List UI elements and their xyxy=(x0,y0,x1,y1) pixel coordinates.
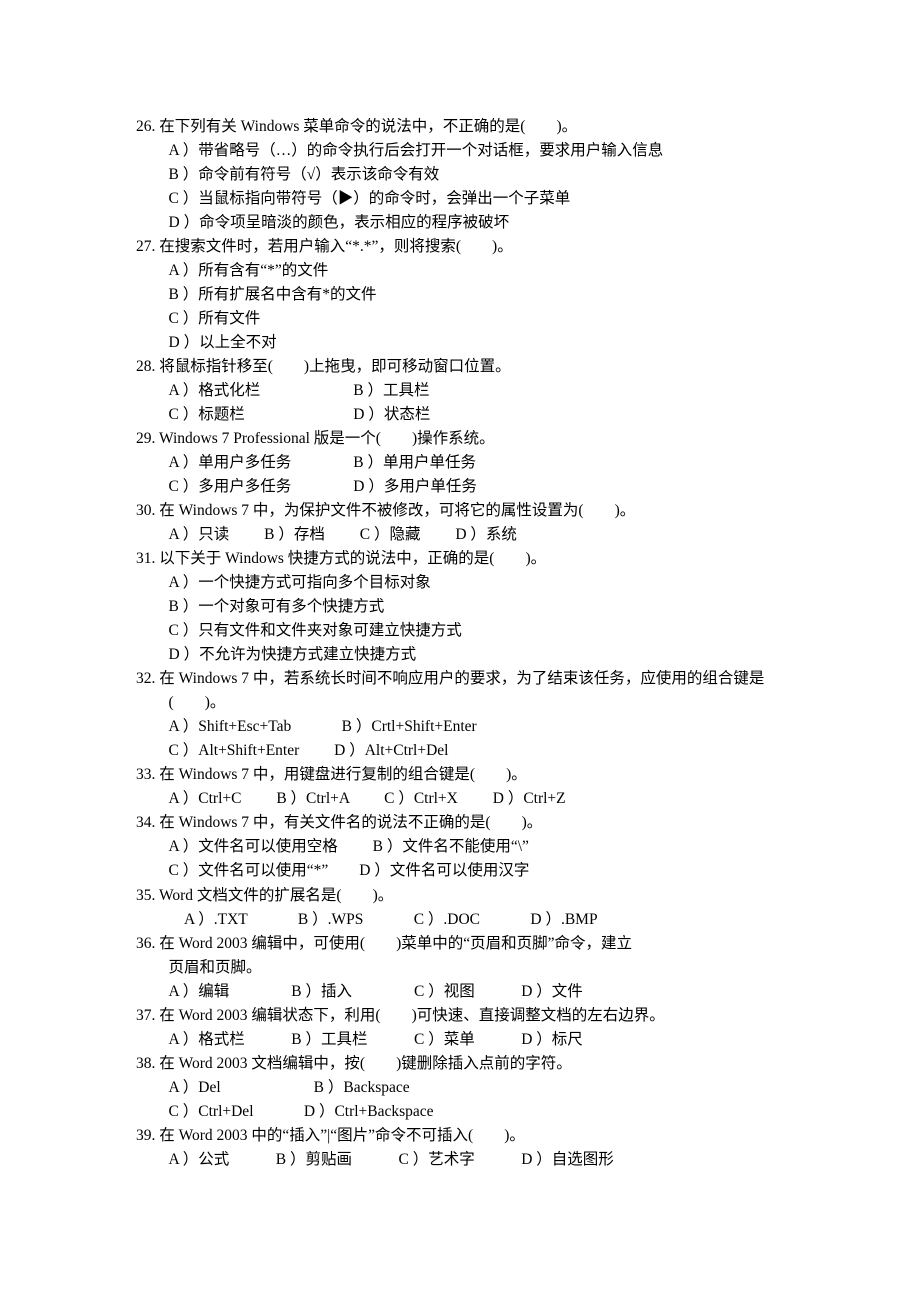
option-line: A ）Shift+Esc+Tab B ）Crtl+Shift+Enter xyxy=(136,715,800,739)
option-line: A ）Ctrl+C B ）Ctrl+A C ）Ctrl+X D ）Ctrl+Z xyxy=(136,787,800,811)
question-stem: 34. 在 Windows 7 中，有关文件名的说法不正确的是( )。 xyxy=(136,811,800,835)
question-number: 30. xyxy=(136,502,155,519)
question: 28. 将鼠标指针移至( )上拖曳，即可移动窗口位置。A ）格式化栏 B ）工具… xyxy=(136,355,800,427)
question-number: 39. xyxy=(136,1127,155,1144)
option-line: A ）Del B ）Backspace xyxy=(136,1076,800,1100)
question-number: 27. xyxy=(136,238,155,255)
option-line: C ）当鼠标指向带符号（▶）的命令时，会弹出一个子菜单 xyxy=(136,187,800,211)
question-number: 29. xyxy=(136,430,155,447)
question-number: 37. xyxy=(136,1007,155,1024)
question-number: 32. xyxy=(136,670,155,687)
question-stem-continuation: 页眉和页脚。 xyxy=(136,956,800,980)
question-stem: 30. 在 Windows 7 中，为保护文件不被修改，可将它的属性设置为( )… xyxy=(136,499,800,523)
option-line: A ）.TXT B ）.WPS C ）.DOC D ）.BMP xyxy=(136,908,800,932)
question-number: 26. xyxy=(136,118,155,135)
option-line: C ）多用户多任务 D ）多用户单任务 xyxy=(136,475,800,499)
question-stem-text: 在 Word 2003 编辑状态下，利用( )可快速、直接调整文档的左右边界。 xyxy=(159,1007,665,1024)
question-stem: 27. 在搜索文件时，若用户输入“*.*”，则将搜索( )。 xyxy=(136,235,800,259)
option-line: C ）所有文件 xyxy=(136,307,800,331)
question: 35. Word 文档文件的扩展名是( )。 A ）.TXT B ）.WPS C… xyxy=(136,884,800,932)
question-number: 36. xyxy=(136,935,155,952)
question-number: 35. xyxy=(136,887,155,904)
option-line: A ）带省略号（…）的命令执行后会打开一个对话框，要求用户输入信息 xyxy=(136,139,800,163)
option-line: A ）公式 B ）剪贴画 C ）艺术字 D ）自选图形 xyxy=(136,1148,800,1172)
question-stem-text: 在 Windows 7 中，为保护文件不被修改，可将它的属性设置为( )。 xyxy=(159,502,635,519)
question-stem: 26. 在下列有关 Windows 菜单命令的说法中，不正确的是( )。 xyxy=(136,115,800,139)
option-line: C ）文件名可以使用“*” D ）文件名可以使用汉字 xyxy=(136,859,800,883)
question-stem-text: 在 Windows 7 中，有关文件名的说法不正确的是( )。 xyxy=(159,814,542,831)
option-line: C ）Ctrl+Del D ）Ctrl+Backspace xyxy=(136,1100,800,1124)
option-line: A ）文件名可以使用空格 B ）文件名不能使用“\” xyxy=(136,835,800,859)
question: 32. 在 Windows 7 中，若系统长时间不响应用户的要求，为了结束该任务… xyxy=(136,667,800,763)
question: 30. 在 Windows 7 中，为保护文件不被修改，可将它的属性设置为( )… xyxy=(136,499,800,547)
question-number: 33. xyxy=(136,766,155,783)
question-stem: 35. Word 文档文件的扩展名是( )。 xyxy=(136,884,800,908)
option-line: D ）不允许为快捷方式建立快捷方式 xyxy=(136,643,800,667)
question-stem-text: 在搜索文件时，若用户输入“*.*”，则将搜索( )。 xyxy=(159,238,512,255)
option-line: D ）以上全不对 xyxy=(136,331,800,355)
question-stem: 31. 以下关于 Windows 快捷方式的说法中，正确的是( )。 xyxy=(136,547,800,571)
option-line: A ）所有含有“*”的文件 xyxy=(136,259,800,283)
question: 29. Windows 7 Professional 版是一个( )操作系统。A… xyxy=(136,427,800,499)
question-stem: 28. 将鼠标指针移至( )上拖曳，即可移动窗口位置。 xyxy=(136,355,800,379)
question-stem-text: 将鼠标指针移至( )上拖曳，即可移动窗口位置。 xyxy=(159,358,510,375)
question: 39. 在 Word 2003 中的“插入”|“图片”命令不可插入( )。A ）… xyxy=(136,1124,800,1172)
option-line: A ）格式化栏 B ）工具栏 xyxy=(136,379,800,403)
question-number: 28. xyxy=(136,358,155,375)
question-stem-text: Word 文档文件的扩展名是( )。 xyxy=(159,887,393,904)
question-stem-text: 以下关于 Windows 快捷方式的说法中，正确的是( )。 xyxy=(159,550,546,567)
question: 38. 在 Word 2003 文档编辑中，按( )键删除插入点前的字符。A ）… xyxy=(136,1052,800,1124)
option-line: B ）一个对象可有多个快捷方式 xyxy=(136,595,800,619)
question-stem: 38. 在 Word 2003 文档编辑中，按( )键删除插入点前的字符。 xyxy=(136,1052,800,1076)
option-line: D ）命令项呈暗淡的颜色，表示相应的程序被破坏 xyxy=(136,211,800,235)
question: 34. 在 Windows 7 中，有关文件名的说法不正确的是( )。A ）文件… xyxy=(136,811,800,883)
option-line: B ）所有扩展名中含有*的文件 xyxy=(136,283,800,307)
question-stem: 39. 在 Word 2003 中的“插入”|“图片”命令不可插入( )。 xyxy=(136,1124,800,1148)
option-line: A ）只读 B ）存档 C ）隐藏 D ）系统 xyxy=(136,523,800,547)
option-line: A ）格式栏 B ）工具栏 C ）菜单 D ）标尺 xyxy=(136,1028,800,1052)
option-line: A ）一个快捷方式可指向多个目标对象 xyxy=(136,571,800,595)
question-number: 34. xyxy=(136,814,155,831)
option-line: C ）只有文件和文件夹对象可建立快捷方式 xyxy=(136,619,800,643)
option-line: A ）编辑 B ）插入 C ）视图 D ）文件 xyxy=(136,980,800,1004)
question-stem-text: 在 Windows 7 中，若系统长时间不响应用户的要求，为了结束该任务，应使用… xyxy=(159,670,764,687)
question-stem-text: 在 Windows 7 中，用键盘进行复制的组合键是( )。 xyxy=(159,766,527,783)
question-stem-text: Windows 7 Professional 版是一个( )操作系统。 xyxy=(159,430,495,447)
question-stem-text: 在 Word 2003 文档编辑中，按( )键删除插入点前的字符。 xyxy=(159,1055,572,1072)
question: 33. 在 Windows 7 中，用键盘进行复制的组合键是( )。A ）Ctr… xyxy=(136,763,800,811)
question-stem: 33. 在 Windows 7 中，用键盘进行复制的组合键是( )。 xyxy=(136,763,800,787)
question: 31. 以下关于 Windows 快捷方式的说法中，正确的是( )。A ）一个快… xyxy=(136,547,800,667)
option-line: A ）单用户多任务 B ）单用户单任务 xyxy=(136,451,800,475)
question-stem: 37. 在 Word 2003 编辑状态下，利用( )可快速、直接调整文档的左右… xyxy=(136,1004,800,1028)
question-stem: 32. 在 Windows 7 中，若系统长时间不响应用户的要求，为了结束该任务… xyxy=(136,667,800,691)
option-line: C ）Alt+Shift+Enter D ）Alt+Ctrl+Del xyxy=(136,739,800,763)
question-stem-text: 在 Word 2003 中的“插入”|“图片”命令不可插入( )。 xyxy=(159,1127,525,1144)
question-stem-text: 在下列有关 Windows 菜单命令的说法中，不正确的是( )。 xyxy=(159,118,577,135)
option-line: C ）标题栏 D ）状态栏 xyxy=(136,403,800,427)
question: 36. 在 Word 2003 编辑中，可使用( )菜单中的“页眉和页脚”命令，… xyxy=(136,932,800,1004)
question-number: 31. xyxy=(136,550,155,567)
question: 27. 在搜索文件时，若用户输入“*.*”，则将搜索( )。A ）所有含有“*”… xyxy=(136,235,800,355)
document-page: 26. 在下列有关 Windows 菜单命令的说法中，不正确的是( )。A ）带… xyxy=(0,0,920,1302)
question: 26. 在下列有关 Windows 菜单命令的说法中，不正确的是( )。A ）带… xyxy=(136,115,800,235)
question-number: 38. xyxy=(136,1055,155,1072)
question-stem-continuation: ( )。 xyxy=(136,691,800,715)
question-stem-text: 在 Word 2003 编辑中，可使用( )菜单中的“页眉和页脚”命令，建立 xyxy=(159,935,632,952)
question-stem: 29. Windows 7 Professional 版是一个( )操作系统。 xyxy=(136,427,800,451)
option-line: B ）命令前有符号（√）表示该命令有效 xyxy=(136,163,800,187)
question-stem: 36. 在 Word 2003 编辑中，可使用( )菜单中的“页眉和页脚”命令，… xyxy=(136,932,800,956)
question: 37. 在 Word 2003 编辑状态下，利用( )可快速、直接调整文档的左右… xyxy=(136,1004,800,1052)
